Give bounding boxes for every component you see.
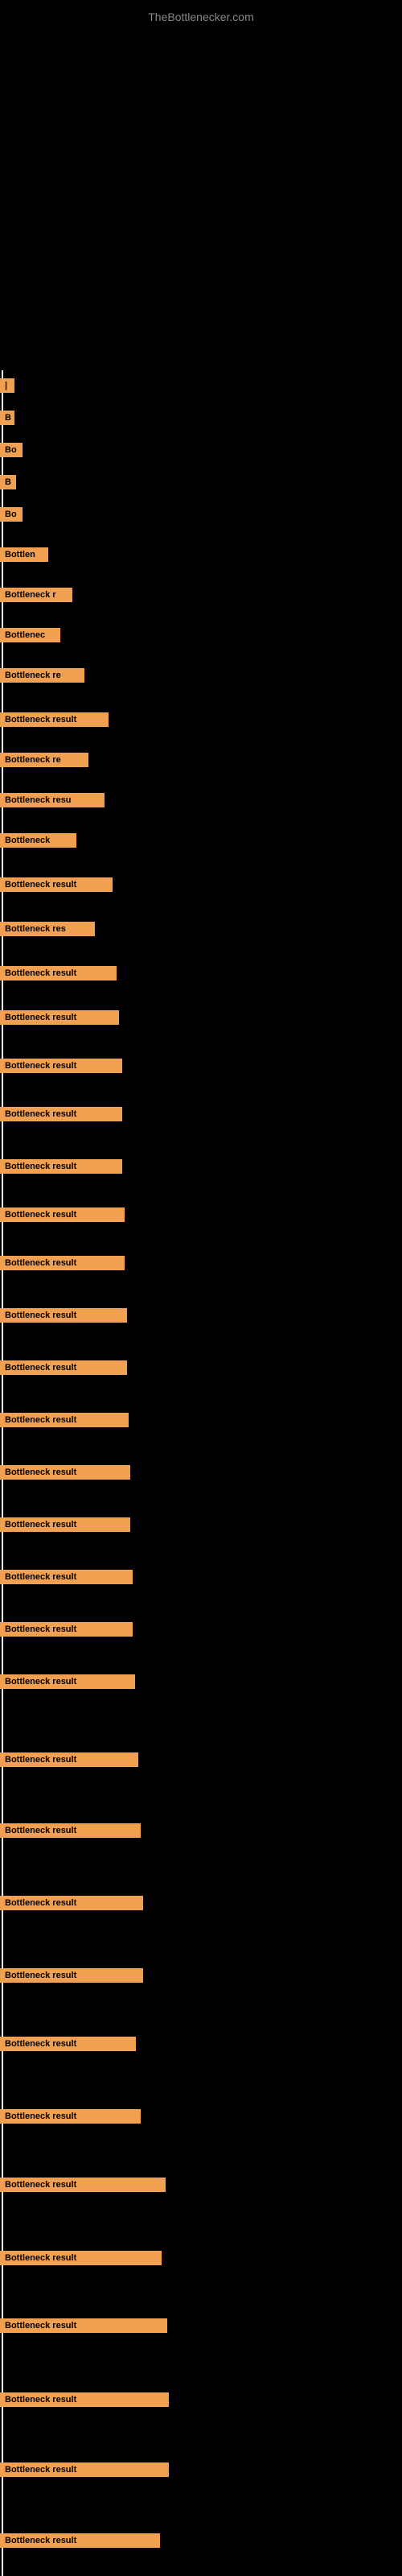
bottleneck-result-bar[interactable]: Bottleneck re [0, 668, 84, 683]
bar-row: Bottlen [0, 547, 48, 566]
bottleneck-result-bar[interactable]: Bottleneck result [0, 1622, 133, 1637]
bottleneck-result-bar[interactable]: Bottleneck result [0, 1159, 122, 1174]
bar-row: Bottleneck result [0, 2392, 169, 2411]
bar-row: Bo [0, 507, 23, 526]
bottleneck-result-bar[interactable]: Bottleneck result [0, 1517, 130, 1532]
bar-row: Bottleneck result [0, 1968, 143, 1987]
bottleneck-result-bar[interactable]: Bottleneck result [0, 2037, 136, 2051]
bottleneck-result-bar[interactable]: Bottleneck result [0, 2109, 141, 2124]
bar-row: Bottleneck result [0, 2109, 141, 2128]
bottleneck-result-bar[interactable]: Bottleneck result [0, 1010, 119, 1025]
bottleneck-result-bar[interactable]: Bottleneck result [0, 1752, 138, 1767]
bottleneck-result-bar[interactable]: Bottlenec [0, 628, 60, 642]
bar-row: Bottleneck resu [0, 793, 105, 811]
bar-row: Bottleneck result [0, 966, 117, 985]
bar-row: Bottleneck result [0, 1360, 127, 1379]
bar-row: Bottleneck result [0, 1413, 129, 1431]
bar-row: Bottleneck r [0, 588, 72, 606]
bar-row: Bottleneck result [0, 2178, 166, 2196]
bottleneck-result-bar[interactable]: Bottleneck result [0, 1968, 143, 1983]
bottleneck-result-bar[interactable]: Bottleneck result [0, 1256, 125, 1270]
bottleneck-result-bar[interactable]: Bottleneck result [0, 1465, 130, 1480]
bottleneck-result-bar[interactable]: Bottleneck result [0, 2462, 169, 2477]
bottleneck-result-bar[interactable]: Bottleneck re [0, 753, 88, 767]
bottleneck-result-bar[interactable]: B [0, 411, 14, 425]
bottleneck-result-bar[interactable]: Bottleneck result [0, 1308, 127, 1323]
bottleneck-result-bar[interactable]: Bottleneck result [0, 2533, 160, 2548]
bar-row: Bottleneck result [0, 1059, 122, 1077]
bar-row: Bottleneck result [0, 1107, 122, 1125]
bar-row: | [0, 378, 14, 397]
bottleneck-result-bar[interactable]: Bottleneck res [0, 922, 95, 936]
bar-row: Bottleneck result [0, 1465, 130, 1484]
bar-row: Bottleneck result [0, 1752, 138, 1771]
bar-row: Bottleneck result [0, 2533, 160, 2552]
bar-row: Bottleneck res [0, 922, 95, 940]
bar-row: Bottleneck result [0, 1010, 119, 1029]
bar-row: Bottleneck result [0, 1308, 127, 1327]
bar-row: Bottleneck result [0, 2318, 167, 2337]
bottleneck-result-bar[interactable]: Bottleneck result [0, 877, 113, 892]
bottleneck-result-bar[interactable]: Bo [0, 507, 23, 522]
bar-row: Bottleneck result [0, 2251, 162, 2269]
bottleneck-result-bar[interactable]: Bottleneck r [0, 588, 72, 602]
bottleneck-result-bar[interactable]: B [0, 475, 16, 489]
bar-row: Bottleneck result [0, 1208, 125, 1226]
bottleneck-result-bar[interactable]: Bottleneck result [0, 1059, 122, 1073]
bottleneck-result-bar[interactable]: Bottleneck result [0, 966, 117, 980]
bottleneck-result-bar[interactable]: Bottleneck result [0, 1570, 133, 1584]
bar-row: Bottleneck result [0, 1256, 125, 1274]
bottleneck-result-bar[interactable]: Bo [0, 443, 23, 457]
bottleneck-result-bar[interactable]: Bottlen [0, 547, 48, 562]
bar-row: Bottleneck result [0, 1570, 133, 1588]
bar-row: Bottleneck re [0, 668, 84, 687]
bottleneck-result-bar[interactable]: Bottleneck result [0, 1413, 129, 1427]
bar-row: Bottleneck result [0, 1517, 130, 1536]
bar-row: Bottleneck result [0, 1674, 135, 1693]
bottleneck-result-bar[interactable]: Bottleneck result [0, 1823, 141, 1838]
bottleneck-result-bar[interactable]: Bottleneck result [0, 712, 109, 727]
bar-row: B [0, 411, 14, 429]
bar-row: Bottleneck result [0, 2462, 169, 2481]
bar-row: Bottleneck result [0, 2037, 136, 2055]
bottleneck-result-bar[interactable]: Bottleneck result [0, 1208, 125, 1222]
bottleneck-result-bar[interactable]: | [0, 378, 14, 393]
bar-row: Bottleneck result [0, 877, 113, 896]
bar-row: Bottleneck result [0, 1896, 143, 1914]
bottleneck-result-bar[interactable]: Bottleneck result [0, 1107, 122, 1121]
bottleneck-result-bar[interactable]: Bottleneck [0, 833, 76, 848]
bar-row: Bo [0, 443, 23, 461]
bar-row: Bottleneck result [0, 1159, 122, 1178]
bar-row: Bottleneck result [0, 1622, 133, 1641]
bottleneck-result-bar[interactable]: Bottleneck result [0, 2318, 167, 2333]
bottleneck-result-bar[interactable]: Bottleneck result [0, 2392, 169, 2407]
bar-row: Bottleneck re [0, 753, 88, 771]
bar-row: Bottlenec [0, 628, 60, 646]
bottleneck-result-bar[interactable]: Bottleneck result [0, 1674, 135, 1689]
bar-row: Bottleneck [0, 833, 76, 852]
site-title: TheBottlenecker.com [0, 4, 402, 27]
bottleneck-result-bar[interactable]: Bottleneck result [0, 2178, 166, 2192]
bar-row: B [0, 475, 16, 493]
bottleneck-result-bar[interactable]: Bottleneck result [0, 1360, 127, 1375]
bar-row: Bottleneck result [0, 1823, 141, 1842]
bottleneck-result-bar[interactable]: Bottleneck result [0, 2251, 162, 2265]
bottleneck-result-bar[interactable]: Bottleneck result [0, 1896, 143, 1910]
bar-row: Bottleneck result [0, 712, 109, 731]
bottleneck-result-bar[interactable]: Bottleneck resu [0, 793, 105, 807]
